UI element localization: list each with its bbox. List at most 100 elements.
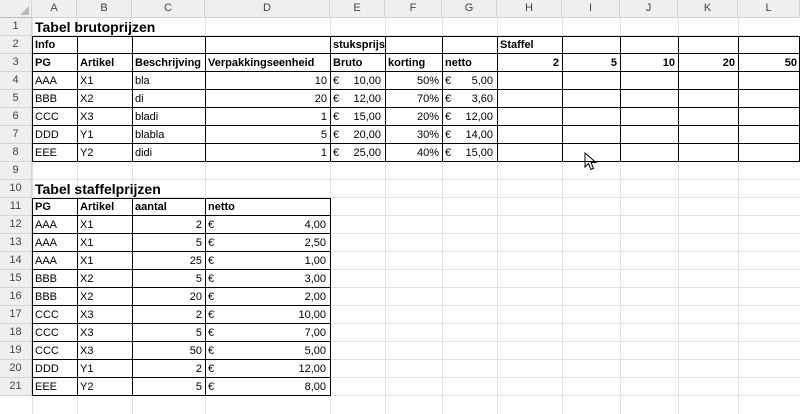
column-header-I[interactable]: I [562,0,620,18]
cell-beschrijving[interactable]: di [132,90,205,108]
cell-netto[interactable]: €7,00 [205,324,330,342]
cell-artikel[interactable]: X1 [77,72,132,90]
row-header-8[interactable]: 8 [0,144,32,162]
row-header-12[interactable]: 12 [0,216,32,234]
cell-verpakking[interactable]: 5 [205,126,330,144]
column-header-L[interactable]: L [738,0,800,18]
header-artikel[interactable]: Artikel [77,54,132,72]
cell-artikel[interactable]: X3 [77,306,132,324]
cell-aantal[interactable]: 5 [132,234,205,252]
row-header-9[interactable]: 9 [0,162,32,180]
column-header-B[interactable]: B [77,0,132,18]
column-header-F[interactable]: F [385,0,442,18]
header-netto[interactable]: netto [442,54,497,72]
row-header-16[interactable]: 16 [0,288,32,306]
staffel-label[interactable]: Staffel [497,36,562,54]
header-verpakking[interactable]: Verpakkingseenheid [205,54,330,72]
cell-artikel[interactable]: X1 [77,216,132,234]
header-bruto[interactable]: Bruto [330,54,385,72]
header-staffel-2[interactable]: 2 [497,54,562,72]
cell-pg[interactable]: AAA [32,72,77,90]
row-header-20[interactable]: 20 [0,360,32,378]
select-all-triangle-icon[interactable] [0,0,32,18]
header2-netto[interactable]: netto [205,198,330,216]
cell-netto[interactable]: €15,00 [442,144,497,162]
row-header-15[interactable]: 15 [0,270,32,288]
cell-artikel[interactable]: Y1 [77,360,132,378]
cell-beschrijving[interactable]: bla [132,72,205,90]
cell-netto[interactable]: €12,00 [205,360,330,378]
spreadsheet-grid[interactable]: A B C D E F G H I J K L 1 2 3 4 5 6 7 8 9 10 11 12 13 14 15 16 17 18 1… [0,0,800,414]
row-header-17[interactable]: 17 [0,306,32,324]
header-staffel-20[interactable]: 20 [678,54,738,72]
cell-artikel[interactable]: X3 [77,108,132,126]
column-header-K[interactable]: K [678,0,738,18]
table1-title[interactable]: Tabel brutoprijzen [32,18,330,36]
header-korting[interactable]: korting [385,54,442,72]
header2-aantal[interactable]: aantal [132,198,205,216]
row-header-5[interactable]: 5 [0,90,32,108]
cell-bruto[interactable]: €12,00 [330,90,385,108]
row-header-21[interactable]: 21 [0,378,32,396]
cell-netto[interactable]: €5,00 [442,72,497,90]
cell-pg[interactable]: AAA [32,234,77,252]
cell-pg[interactable]: AAA [32,216,77,234]
cell-artikel[interactable]: X3 [77,324,132,342]
cell-pg[interactable]: BBB [32,90,77,108]
cell-verpakking[interactable]: 1 [205,144,330,162]
header2-artikel[interactable]: Artikel [77,198,132,216]
row-header-7[interactable]: 7 [0,126,32,144]
cell-pg[interactable]: EEE [32,144,77,162]
cell-pg[interactable]: EEE [32,378,77,396]
stuksprijs-label[interactable]: stuksprijs [330,36,385,54]
cell-artikel[interactable]: X2 [77,270,132,288]
cell-verpakking[interactable]: 1 [205,108,330,126]
cell-verpakking[interactable]: 10 [205,72,330,90]
row-header-2[interactable]: 2 [0,36,32,54]
cell-artikel[interactable]: X1 [77,252,132,270]
cell-bruto[interactable]: €25,00 [330,144,385,162]
row-header-19[interactable]: 19 [0,342,32,360]
cell-pg[interactable]: AAA [32,252,77,270]
cell-aantal[interactable]: 5 [132,378,205,396]
row-header-6[interactable]: 6 [0,108,32,126]
cell-bruto[interactable]: €20,00 [330,126,385,144]
column-header-E[interactable]: E [330,0,385,18]
cell-aantal[interactable]: 25 [132,252,205,270]
cell-netto[interactable]: €1,00 [205,252,330,270]
cell-artikel[interactable]: X1 [77,234,132,252]
cell-aantal[interactable]: 20 [132,288,205,306]
row-header-11[interactable]: 11 [0,198,32,216]
cell-artikel[interactable]: X3 [77,342,132,360]
cell-aantal[interactable]: 5 [132,270,205,288]
cell-netto[interactable]: €12,00 [442,108,497,126]
row-header-13[interactable]: 13 [0,234,32,252]
column-header-H[interactable]: H [497,0,562,18]
column-header-C[interactable]: C [132,0,205,18]
cell-artikel[interactable]: Y2 [77,144,132,162]
cell-aantal[interactable]: 2 [132,216,205,234]
column-header-J[interactable]: J [620,0,678,18]
cell-verpakking[interactable]: 20 [205,90,330,108]
cell-pg[interactable]: BBB [32,270,77,288]
cell-netto[interactable]: €3,00 [205,270,330,288]
cell-pg[interactable]: CCC [32,342,77,360]
header-beschrijving[interactable]: Beschrijving [132,54,205,72]
cell-pg[interactable]: CCC [32,108,77,126]
cell-netto[interactable]: €4,00 [205,216,330,234]
header-staffel-5[interactable]: 5 [562,54,620,72]
cell-netto[interactable]: €3,60 [442,90,497,108]
cell-pg[interactable]: CCC [32,324,77,342]
cell-korting[interactable]: 20% [385,108,442,126]
cell-bruto[interactable]: €10,00 [330,72,385,90]
cell-netto[interactable]: €5,00 [205,342,330,360]
cell-artikel[interactable]: Y2 [77,378,132,396]
cell-netto[interactable]: €10,00 [205,306,330,324]
header-staffel-50[interactable]: 50 [738,54,800,72]
row-header-10[interactable]: 10 [0,180,32,198]
cell-beschrijving[interactable]: blabla [132,126,205,144]
cell-korting[interactable]: 70% [385,90,442,108]
cell-beschrijving[interactable]: didi [132,144,205,162]
cell-aantal[interactable]: 5 [132,324,205,342]
header-pg[interactable]: PG [32,54,77,72]
